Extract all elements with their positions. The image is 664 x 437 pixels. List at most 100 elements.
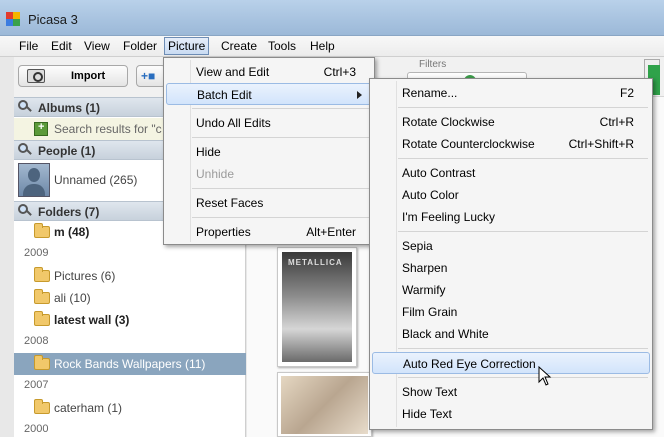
photo-image	[281, 376, 368, 434]
year-text: 2000	[24, 423, 49, 435]
folder-label: Rock Bands Wallpapers (11)	[54, 357, 206, 371]
menu-item-shortcut: F2	[619, 86, 634, 100]
search-icon	[18, 100, 32, 114]
menu-separator	[398, 348, 648, 349]
menu-item-reset-faces[interactable]: Reset Faces	[166, 192, 372, 214]
menu-item-label: Show Text	[402, 385, 458, 399]
window-title: Picasa 3	[28, 12, 78, 27]
menu-item-rotate-clockwise[interactable]: Rotate Clockwise Ctrl+R	[372, 111, 650, 133]
menu-item-sepia[interactable]: Sepia	[372, 235, 650, 257]
photo-image	[282, 252, 352, 362]
menu-item-warmify[interactable]: Warmify	[372, 279, 650, 301]
menu-separator	[192, 137, 370, 138]
photo-thumbnail[interactable]	[277, 372, 372, 437]
filters-label: Filters	[419, 59, 447, 70]
menu-separator	[398, 158, 648, 159]
menu-help[interactable]: Help	[307, 39, 338, 53]
menu-item-label: Properties	[196, 225, 251, 239]
menu-item-rotate-counterclockwise[interactable]: Rotate Counterclockwise Ctrl+Shift+R	[372, 133, 650, 155]
year-label: 2007	[14, 375, 246, 397]
folder-label: latest wall (3)	[54, 313, 130, 327]
menu-item-label: Rename...	[402, 86, 458, 100]
folder-icon	[34, 267, 50, 282]
mouse-cursor-icon	[538, 366, 552, 386]
menu-item-label: Black and White	[402, 327, 489, 341]
menu-item-i-m-feeling-lucky[interactable]: I'm Feeling Lucky	[372, 206, 650, 228]
folder-label: ali (10)	[54, 291, 91, 305]
folder-item[interactable]: Rock Bands Wallpapers (11)	[14, 353, 246, 375]
menu-item-label: Rotate Clockwise	[402, 115, 495, 129]
menu-view[interactable]: View	[81, 39, 113, 53]
menu-item-view-and-edit[interactable]: View and Edit Ctrl+3	[166, 61, 372, 83]
menu-item-film-grain[interactable]: Film Grain	[372, 301, 650, 323]
menu-file[interactable]: File	[16, 39, 41, 53]
year-label: 2000	[14, 419, 246, 437]
avatar	[18, 163, 50, 197]
menu-item-rename[interactable]: Rename... F2	[372, 82, 650, 104]
menu-item-label: Film Grain	[402, 305, 458, 319]
import-button[interactable]: Import	[18, 65, 128, 87]
menu-item-sharpen[interactable]: Sharpen	[372, 257, 650, 279]
menu-item-hide[interactable]: Hide	[166, 141, 372, 163]
folder-item[interactable]: latest wall (3)	[14, 309, 246, 331]
album-icon	[34, 121, 48, 136]
menu-picture[interactable]: Picture	[164, 37, 210, 55]
menu-item-shortcut: Ctrl+3	[323, 65, 356, 79]
folder-label: Pictures (6)	[54, 269, 116, 283]
menu-item-black-and-white[interactable]: Black and White	[372, 323, 650, 345]
menu-item-unhide: Unhide	[166, 163, 372, 185]
year-text: 2009	[24, 247, 49, 259]
picture-menu: View and Edit Ctrl+3 Batch Edit Undo All Ed…	[163, 57, 375, 245]
photo-band-text: METALLICA	[288, 258, 343, 267]
title-bar: Picasa 3	[0, 0, 664, 36]
folder-item[interactable]: Pictures (6)	[14, 265, 246, 287]
menu-item-hide-text[interactable]: Hide Text	[372, 403, 650, 425]
menu-item-label: Undo All Edits	[196, 116, 271, 130]
folder-item[interactable]: ali (10)	[14, 287, 246, 309]
year-text: 2008	[24, 335, 49, 347]
menu-edit[interactable]: Edit	[48, 39, 75, 53]
menu-separator	[398, 377, 648, 378]
menu-item-batch-edit[interactable]: Batch Edit	[166, 83, 372, 105]
menu-item-auto-contrast[interactable]: Auto Contrast	[372, 162, 650, 184]
folder-label: caterham (1)	[54, 401, 123, 415]
menu-item-show-text[interactable]: Show Text	[372, 381, 650, 403]
menu-item-label: Reset Faces	[196, 196, 264, 210]
year-label: 2008	[14, 331, 246, 353]
import-label: Import	[71, 70, 106, 82]
menu-item-properties[interactable]: Properties Alt+Enter	[166, 221, 372, 243]
search-icon	[18, 143, 32, 157]
menu-item-auto-red-eye-correction[interactable]: Auto Red Eye Correction	[372, 352, 650, 374]
add-to-album-button[interactable]: +■	[136, 65, 166, 87]
albums-header-label: Albums (1)	[38, 101, 101, 115]
menu-folder[interactable]: Folder	[120, 39, 160, 53]
menu-item-label: Sepia	[402, 239, 433, 253]
menu-item-label: View and Edit	[196, 65, 270, 79]
folders-header-label: Folders (7)	[38, 205, 100, 219]
camera-icon	[27, 69, 45, 83]
photo-thumbnail[interactable]: METALLICA	[277, 247, 357, 367]
menu-item-label: Sharpen	[402, 261, 448, 275]
menu-item-shortcut: Alt+Enter	[306, 225, 356, 239]
menu-tools[interactable]: Tools	[265, 39, 299, 53]
menu-separator	[192, 108, 370, 109]
submenu-arrow-icon	[357, 91, 362, 99]
menu-item-shortcut: Ctrl+R	[599, 115, 634, 129]
menu-item-undo-all-edits[interactable]: Undo All Edits	[166, 112, 372, 134]
menu-create[interactable]: Create	[218, 39, 260, 53]
menu-bar: File Edit View Folder Picture Create Too…	[0, 36, 664, 57]
folder-item[interactable]: caterham (1)	[14, 397, 246, 419]
batch-edit-submenu: Rename... F2 Rotate Clockwise Ctrl+R Rotate …	[369, 78, 653, 430]
menu-item-label: Auto Color	[402, 188, 459, 202]
search-results-label: Search results for "c	[54, 122, 162, 136]
folder-label: m (48)	[54, 225, 90, 239]
menu-item-label: Hide	[196, 145, 221, 159]
menu-separator	[192, 188, 370, 189]
menu-item-auto-color[interactable]: Auto Color	[372, 184, 650, 206]
menu-item-label: Hide Text	[402, 407, 452, 421]
menu-item-label: Auto Contrast	[402, 166, 476, 180]
people-header-label: People (1)	[38, 144, 96, 158]
folder-icon	[34, 399, 50, 414]
menu-item-shortcut: Ctrl+Shift+R	[568, 137, 634, 151]
year-text: 2007	[24, 379, 49, 391]
